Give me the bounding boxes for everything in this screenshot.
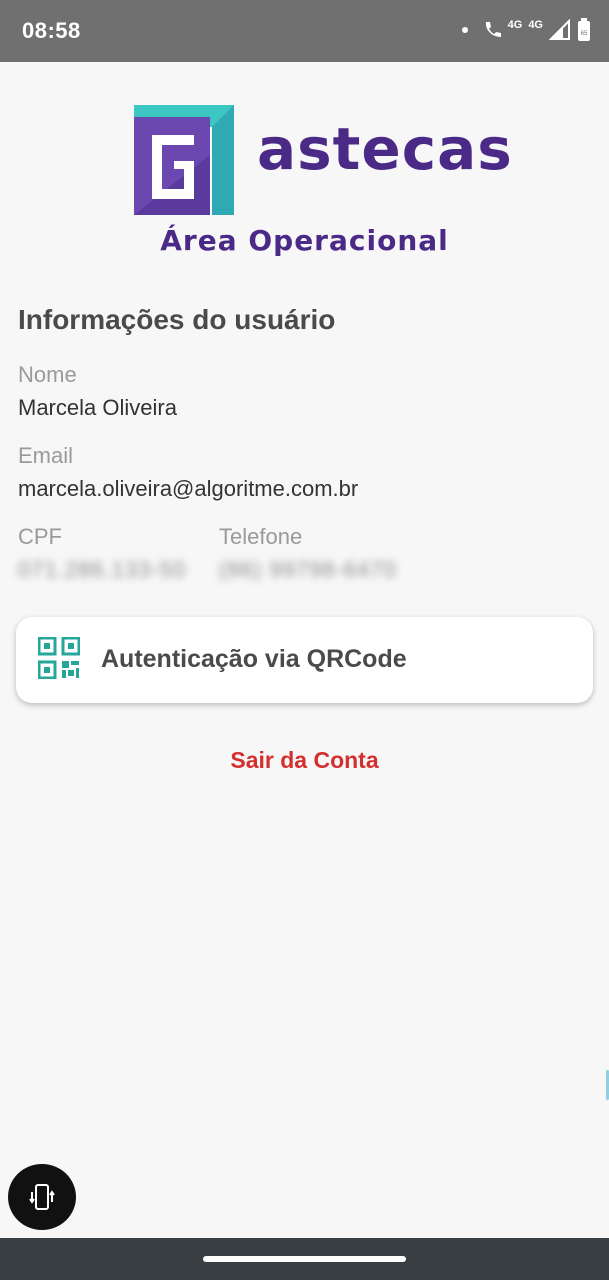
email-label: Email <box>18 443 74 468</box>
rotate-icon <box>29 1184 55 1210</box>
area-title: Área Operacional <box>160 224 449 257</box>
status-bar: 08:58 4G 4G 65 <box>0 0 609 62</box>
status-icons: 4G 4G 65 <box>461 16 591 44</box>
rotate-screen-button[interactable] <box>8 1164 76 1230</box>
navigation-bar <box>0 1238 609 1280</box>
wifi-calling-icon <box>485 22 501 37</box>
signal-icon <box>549 19 570 40</box>
brand-logo: astecas <box>134 105 512 217</box>
status-time: 08:58 <box>22 18 81 43</box>
cpf-label: CPF <box>18 524 62 549</box>
qr-code-icon <box>38 637 80 679</box>
qr-auth-label: Autenticação via QRCode <box>101 645 407 673</box>
network-label-2: 4G <box>528 18 543 31</box>
logout-button[interactable]: Sair da Conta <box>0 747 609 774</box>
name-label: Nome <box>18 362 77 387</box>
section-title: Informações do usuário <box>18 304 336 335</box>
home-indicator[interactable] <box>203 1256 406 1262</box>
email-value: marcela.oliveira@algoritme.com.br <box>18 476 359 501</box>
name-value: Marcela Oliveira <box>18 395 177 420</box>
brand-wordmark: astecas <box>257 115 513 183</box>
astecas-logo-icon <box>134 105 234 215</box>
phone-value: (86) 99798-6470 <box>219 557 397 582</box>
qr-auth-button[interactable]: Autenticação via QRCode <box>16 617 593 703</box>
phone-label: Telefone <box>219 524 303 549</box>
cpf-value: 071.286.133-50 <box>18 557 187 582</box>
notification-dot-icon <box>461 27 468 33</box>
battery-level: 65 <box>581 31 588 37</box>
screen: 08:58 4G 4G 65 astecas Área Operacional … <box>0 0 609 1280</box>
battery-icon: 65 <box>578 18 590 41</box>
network-label-1: 4G <box>507 18 523 31</box>
